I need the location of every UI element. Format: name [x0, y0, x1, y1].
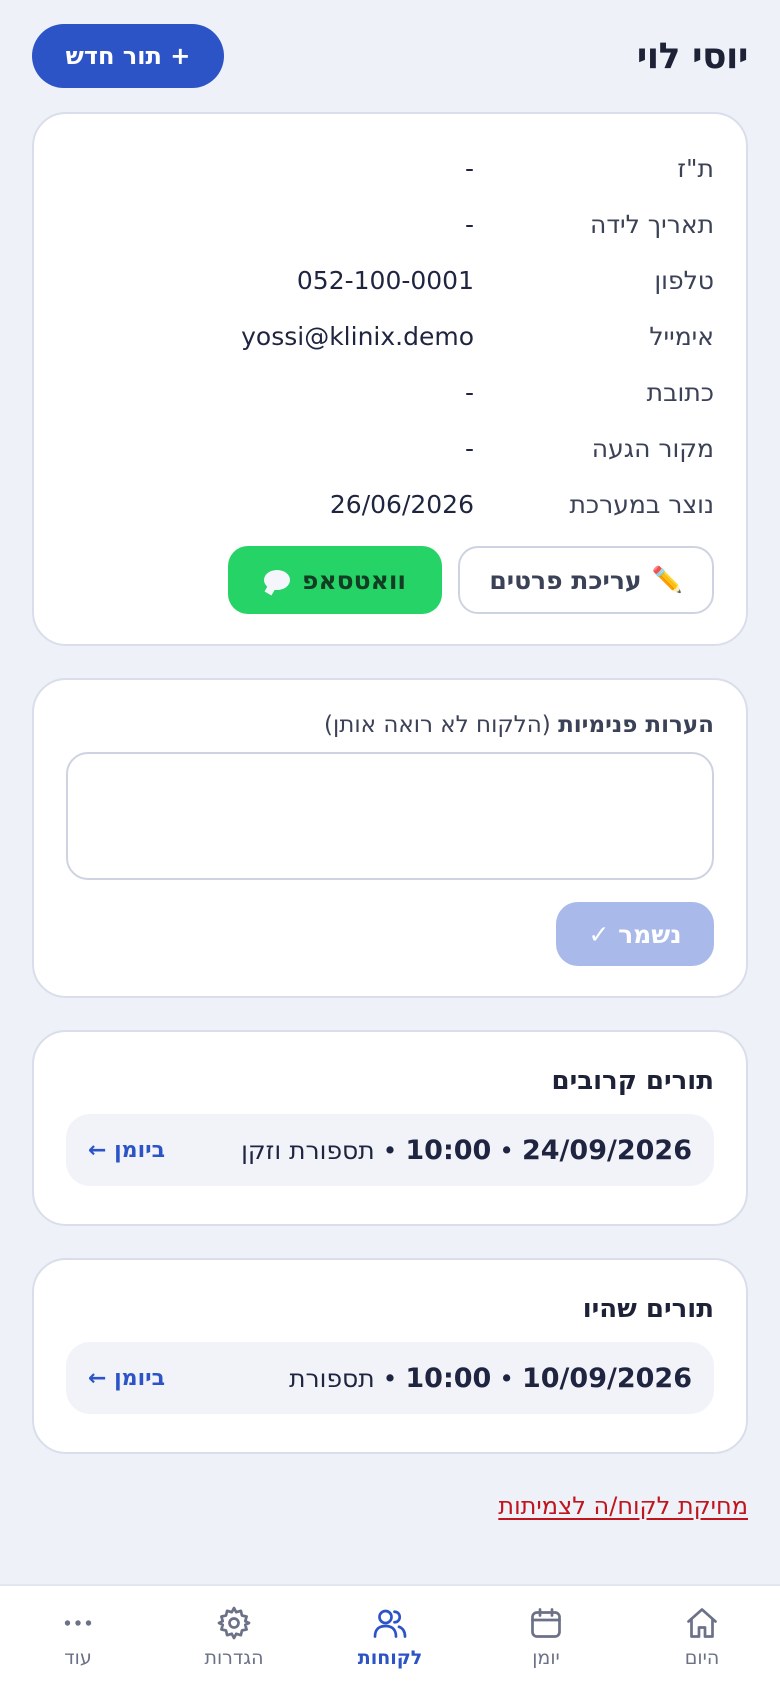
past-appointments-card: תורים שהיו 10/09/2026 • 10:00 • תספורת ב… — [32, 1258, 748, 1454]
detail-row-birthdate: תאריך לידה - — [66, 196, 714, 252]
open-in-diary-link[interactable]: ביומן ← — [88, 1138, 165, 1163]
appointment-text: 24/09/2026 • 10:00 • תספורת וזקן — [241, 1134, 692, 1166]
details-actions: ✏️ עריכת פרטים וואטסאפ — [66, 546, 714, 614]
delete-client-link[interactable]: מחיקת לקוח/ה לצמיתות — [498, 1492, 748, 1520]
appointment-date: 24/09/2026 — [521, 1134, 692, 1166]
detail-label: ת"ז — [677, 153, 714, 183]
open-in-diary-link[interactable]: ביומן ← — [88, 1366, 165, 1391]
new-appointment-button[interactable]: + תור חדש — [32, 24, 224, 88]
save-notes-button[interactable]: נשמר ✓ — [556, 902, 714, 966]
nav-label: עוד — [64, 1647, 92, 1669]
appointment-service: תספורת וזקן — [241, 1135, 375, 1165]
users-icon — [373, 1609, 407, 1638]
upcoming-title: תורים קרובים — [551, 1066, 715, 1096]
detail-label: מקור הגעה — [591, 433, 714, 463]
whatsapp-button[interactable]: וואטסאפ — [228, 546, 442, 614]
client-name: יוסי לוי — [636, 35, 749, 77]
detail-row-phone: טלפון 052-100-0001 — [66, 252, 714, 308]
page-header: יוסי לוי + תור חדש — [32, 0, 749, 112]
upcoming-appointments-card: תורים קרובים 24/09/2026 • 10:00 • תספורת… — [32, 1030, 748, 1226]
detail-row-id: ת"ז - — [66, 140, 714, 196]
whatsapp-label: וואטסאפ — [302, 565, 406, 595]
detail-value: - — [464, 153, 474, 183]
appointment-time: 10:00 — [405, 1134, 492, 1166]
detail-value: - — [464, 433, 474, 463]
edit-details-label: עריכת פרטים — [489, 565, 642, 595]
notes-title-note: (הלקוח לא רואה אותן) — [324, 712, 551, 738]
gear-icon — [217, 1606, 251, 1640]
notes-title-bold: הערות פנימיות — [558, 712, 714, 738]
internal-notes-card: הערות פנימיות (הלקוח לא רואה אותן) נשמר … — [32, 678, 748, 998]
nav-item-settings[interactable]: הגדרות — [156, 1586, 312, 1688]
detail-row-created: נוצר במערכת 26/06/2026 — [66, 476, 714, 532]
more-icon — [64, 1620, 92, 1626]
save-row: נשמר ✓ — [66, 902, 714, 966]
detail-value: - — [464, 209, 474, 239]
edit-details-button[interactable]: ✏️ עריכת פרטים — [458, 546, 714, 614]
appointment-text: 10/09/2026 • 10:00 • תספורת — [289, 1362, 692, 1394]
appointment-row[interactable]: 10/09/2026 • 10:00 • תספורת ביומן ← — [66, 1342, 714, 1414]
nav-item-diary[interactable]: יומן — [468, 1586, 624, 1688]
appointment-service: תספורת — [289, 1363, 375, 1393]
internal-notes-textarea[interactable] — [66, 752, 714, 880]
nav-item-today[interactable]: היום — [624, 1586, 780, 1688]
calendar-icon — [531, 1608, 561, 1638]
nav-item-clients[interactable]: לקוחות — [312, 1586, 468, 1688]
speech-bubble-icon — [264, 570, 291, 590]
appointment-date: 10/09/2026 — [521, 1362, 692, 1394]
client-details-card: ת"ז - תאריך לידה - טלפון 052-100-0001 אי… — [32, 112, 748, 646]
detail-value: yossi@klinix.demo — [241, 321, 474, 351]
pencil-icon: ✏️ — [651, 565, 683, 594]
nav-label: היום — [684, 1647, 720, 1669]
nav-label: לקוחות — [357, 1647, 423, 1669]
past-title: תורים שהיו — [582, 1294, 714, 1324]
detail-label: נוצר במערכת — [569, 489, 714, 519]
detail-row-address: כתובת - — [66, 364, 714, 420]
detail-value: 26/06/2026 — [329, 489, 474, 519]
home-icon — [687, 1608, 717, 1638]
detail-value: - — [464, 377, 474, 407]
notes-title: הערות פנימיות (הלקוח לא רואה אותן) — [66, 712, 714, 738]
appointment-time: 10:00 — [405, 1362, 492, 1394]
detail-label: טלפון — [654, 265, 714, 295]
detail-label: אימייל — [649, 321, 714, 351]
detail-row-source: מקור הגעה - — [66, 420, 714, 476]
detail-value: 052-100-0001 — [296, 265, 474, 295]
bottom-navigation: היום יומן לקוחות הגדרות עוד — [0, 1584, 780, 1688]
detail-label: כתובת — [646, 377, 714, 407]
nav-item-more[interactable]: עוד — [0, 1586, 156, 1688]
detail-label: תאריך לידה — [590, 209, 714, 239]
detail-row-email: אימייל yossi@klinix.demo — [66, 308, 714, 364]
nav-label: הגדרות — [204, 1647, 264, 1669]
nav-label: יומן — [532, 1647, 560, 1669]
appointment-row[interactable]: 24/09/2026 • 10:00 • תספורת וזקן ביומן ← — [66, 1114, 714, 1186]
